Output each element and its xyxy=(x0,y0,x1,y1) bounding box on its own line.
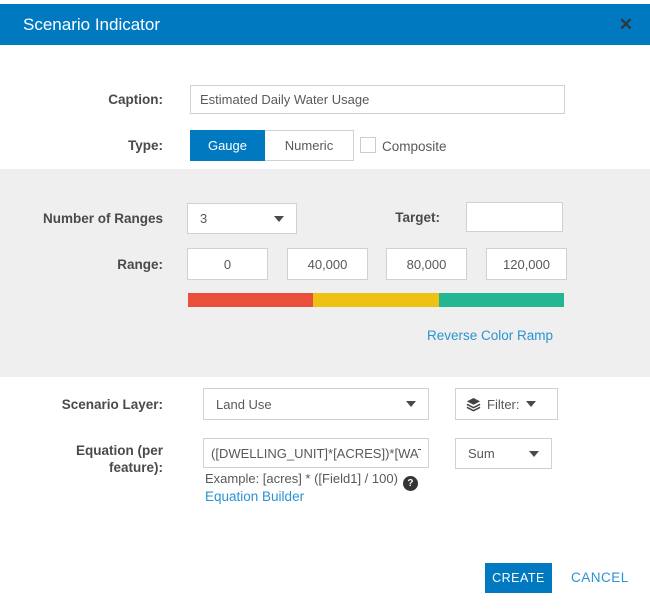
target-label: Target: xyxy=(395,210,440,225)
number-of-ranges-dropdown[interactable]: 3 xyxy=(187,203,297,234)
chevron-down-icon xyxy=(525,401,536,407)
filter-label: Filter: xyxy=(487,396,520,412)
number-of-ranges-label: Number of Ranges xyxy=(42,211,163,226)
equation-input[interactable] xyxy=(203,438,429,468)
range-input-1[interactable] xyxy=(187,248,268,280)
color-ramp-segment-green xyxy=(438,293,564,307)
type-segmented-control: Gauge Numeric xyxy=(190,130,354,161)
scenario-layer-label: Scenario Layer: xyxy=(61,397,163,412)
equation-builder-link[interactable]: Equation Builder xyxy=(205,489,304,504)
target-input[interactable] xyxy=(466,202,563,232)
range-input-3[interactable] xyxy=(386,248,467,280)
reverse-color-ramp-link[interactable]: Reverse Color Ramp xyxy=(427,328,553,343)
composite-checkbox[interactable] xyxy=(360,137,376,153)
dialog-title: Scenario Indicator xyxy=(23,14,161,34)
color-ramp-segment-yellow xyxy=(313,293,439,307)
aggregation-dropdown[interactable]: Sum xyxy=(455,438,552,469)
composite-label: Composite xyxy=(382,139,447,154)
chevron-down-icon xyxy=(274,215,284,222)
layers-icon xyxy=(466,397,481,412)
range-input-2[interactable] xyxy=(287,248,368,280)
close-icon[interactable]: ✕ xyxy=(619,16,633,33)
equation-label: Equation (per feature): xyxy=(76,443,163,475)
chevron-down-icon xyxy=(529,450,539,457)
aggregation-value: Sum xyxy=(468,446,495,461)
range-label: Range: xyxy=(117,257,163,272)
caption-label: Caption: xyxy=(108,92,163,107)
color-ramp-segment-red xyxy=(188,293,314,307)
number-of-ranges-value: 3 xyxy=(200,211,208,226)
chevron-down-icon xyxy=(406,401,416,407)
filter-button[interactable]: Filter: xyxy=(455,388,558,420)
scenario-layer-dropdown[interactable]: Land Use xyxy=(203,388,429,420)
range-input-4[interactable] xyxy=(486,248,567,280)
scenario-layer-value: Land Use xyxy=(216,396,272,412)
help-icon[interactable]: ? xyxy=(402,476,418,491)
cancel-link[interactable]: CANCEL xyxy=(571,570,629,585)
type-gauge-button[interactable]: Gauge xyxy=(190,130,265,161)
color-ramp xyxy=(188,293,564,307)
create-button[interactable]: CREATE xyxy=(485,563,552,593)
type-numeric-button[interactable]: Numeric xyxy=(265,130,354,161)
caption-input[interactable] xyxy=(190,85,565,114)
dialog-header: Scenario Indicator ✕ xyxy=(0,4,650,45)
equation-example: Example: [acres] * ([Field1] / 100)? xyxy=(205,471,418,491)
type-label: Type: xyxy=(127,138,163,153)
scenario-indicator-dialog: Scenario Indicator ✕ Caption: Type: Gaug… xyxy=(0,0,650,612)
